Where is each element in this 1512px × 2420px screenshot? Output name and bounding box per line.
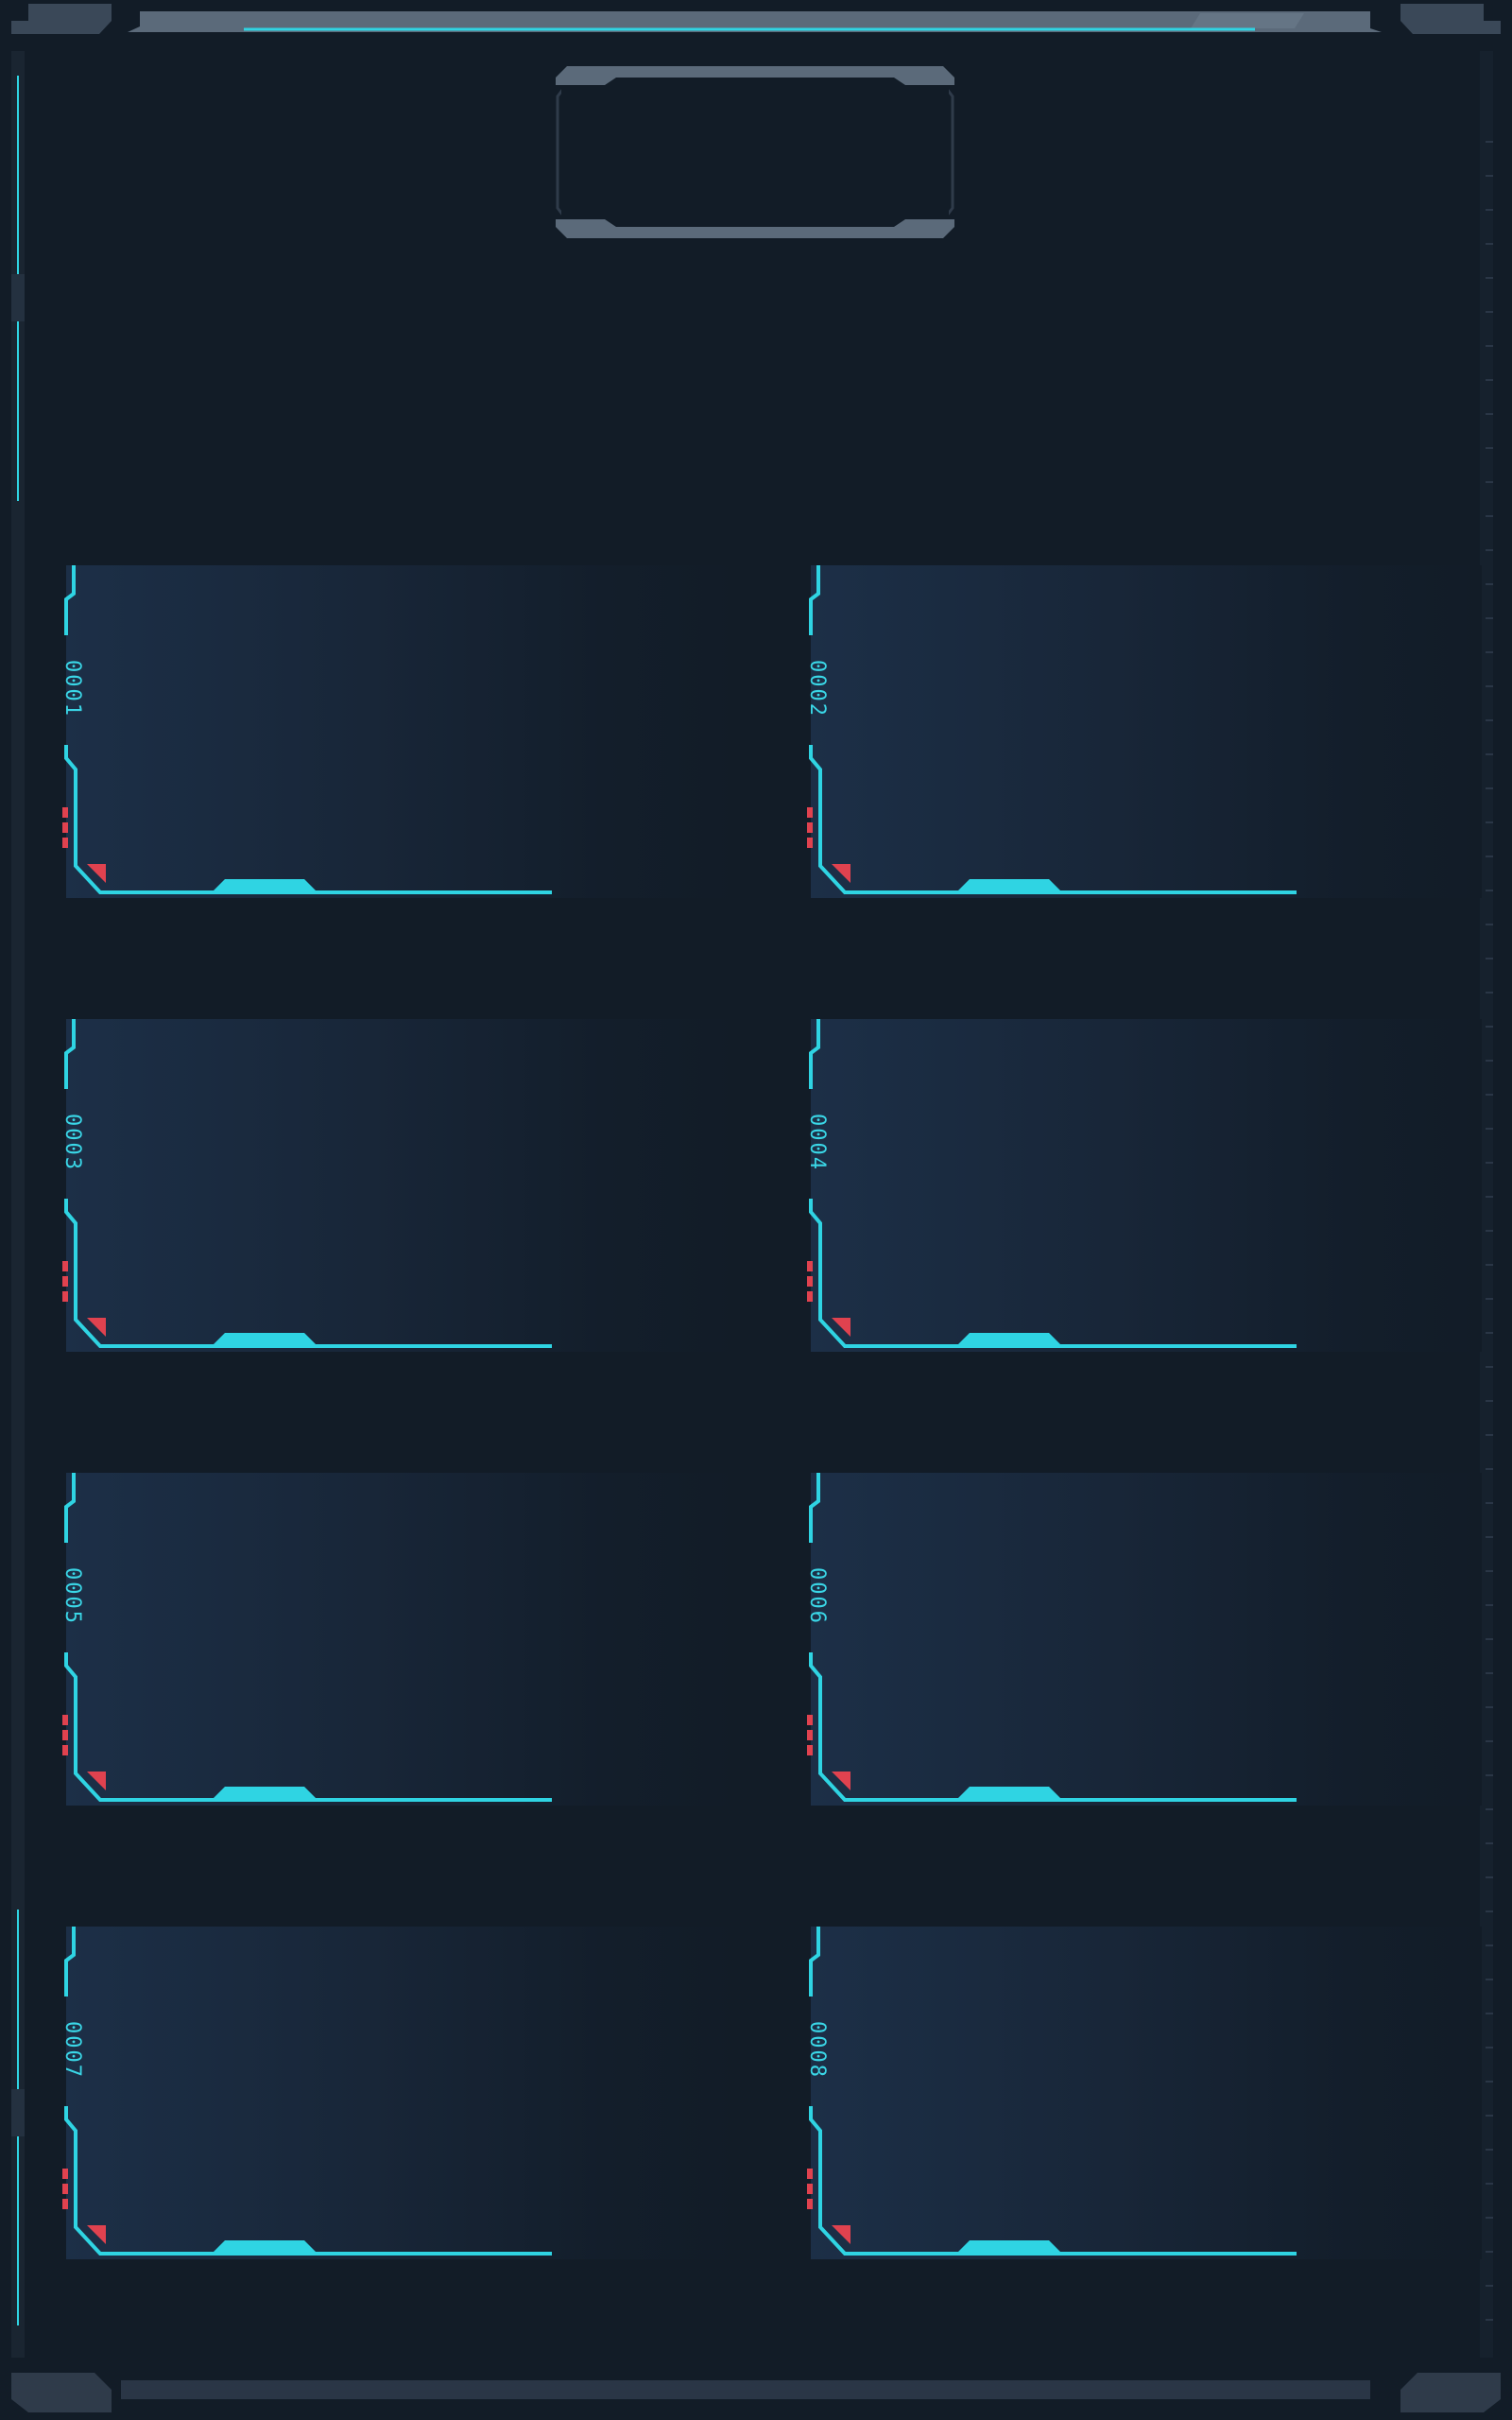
- save-slot[interactable]: 0002: [801, 565, 1482, 906]
- alert-bar: [62, 2199, 68, 2209]
- slot-frame: [62, 1473, 552, 1802]
- save-slot[interactable]: 0006: [801, 1473, 1482, 1813]
- corner-bottom-left: [11, 2373, 112, 2412]
- alert-bar: [62, 1291, 68, 1302]
- alert-bar: [807, 1261, 813, 1271]
- corner-bottom-right: [1400, 2373, 1501, 2412]
- slot-id-label: 0004: [805, 1114, 829, 1171]
- slot-id-label: 0002: [805, 660, 829, 717]
- alert-bar: [807, 838, 813, 848]
- alert-bar: [62, 1261, 68, 1271]
- alert-bar: [62, 838, 68, 848]
- slot-id-label: 0008: [805, 2021, 829, 2079]
- left-rail-notch: [11, 2089, 25, 2136]
- slot-frame: [62, 1019, 552, 1348]
- alert-bar: [62, 807, 68, 818]
- alert-bar: [807, 1730, 813, 1740]
- save-slot[interactable]: 0001: [57, 565, 737, 906]
- alert-bar: [62, 1715, 68, 1725]
- right-rail: [1480, 51, 1493, 2358]
- slot-frame: [807, 1019, 1297, 1348]
- alert-bar: [807, 1745, 813, 1755]
- corner-top-left: [11, 4, 112, 34]
- alert-bar: [62, 2169, 68, 2179]
- alert-bar: [62, 1745, 68, 1755]
- alert-bar: [807, 2184, 813, 2194]
- alert-bar: [807, 1715, 813, 1725]
- slot-frame: [62, 565, 552, 894]
- alert-bar: [807, 1276, 813, 1287]
- alert-bar: [807, 2199, 813, 2209]
- save-slot[interactable]: 0003: [57, 1019, 737, 1359]
- save-slot[interactable]: 0005: [57, 1473, 737, 1813]
- slot-id-label: 0006: [805, 1567, 829, 1625]
- slot-id-label: 0003: [60, 1114, 84, 1171]
- save-slot[interactable]: 0007: [57, 1927, 737, 2267]
- slot-frame: [62, 1927, 552, 2256]
- left-rail-notch: [11, 274, 25, 321]
- alert-bar: [807, 2169, 813, 2179]
- save-slot[interactable]: 0008: [801, 1927, 1482, 2267]
- top-frame-stripes: [1191, 13, 1304, 28]
- alert-bar: [62, 1730, 68, 1740]
- save-slot[interactable]: 0004: [801, 1019, 1482, 1359]
- alert-bar: [62, 822, 68, 833]
- alert-bar: [807, 1291, 813, 1302]
- alert-bar: [62, 2184, 68, 2194]
- bottom-frame-bar: [121, 2380, 1370, 2399]
- title-plate-frame: [556, 66, 954, 238]
- slot-id-label: 0001: [60, 660, 84, 717]
- title-plate: [556, 64, 954, 240]
- alert-bar: [62, 1276, 68, 1287]
- alert-bar: [807, 807, 813, 818]
- slot-frame: [807, 1927, 1297, 2256]
- alert-bar: [807, 822, 813, 833]
- corner-top-right: [1400, 4, 1501, 34]
- slot-frame: [807, 565, 1297, 894]
- slot-id-label: 0007: [60, 2021, 84, 2079]
- slot-frame: [807, 1473, 1297, 1802]
- slot-id-label: 0005: [60, 1567, 84, 1625]
